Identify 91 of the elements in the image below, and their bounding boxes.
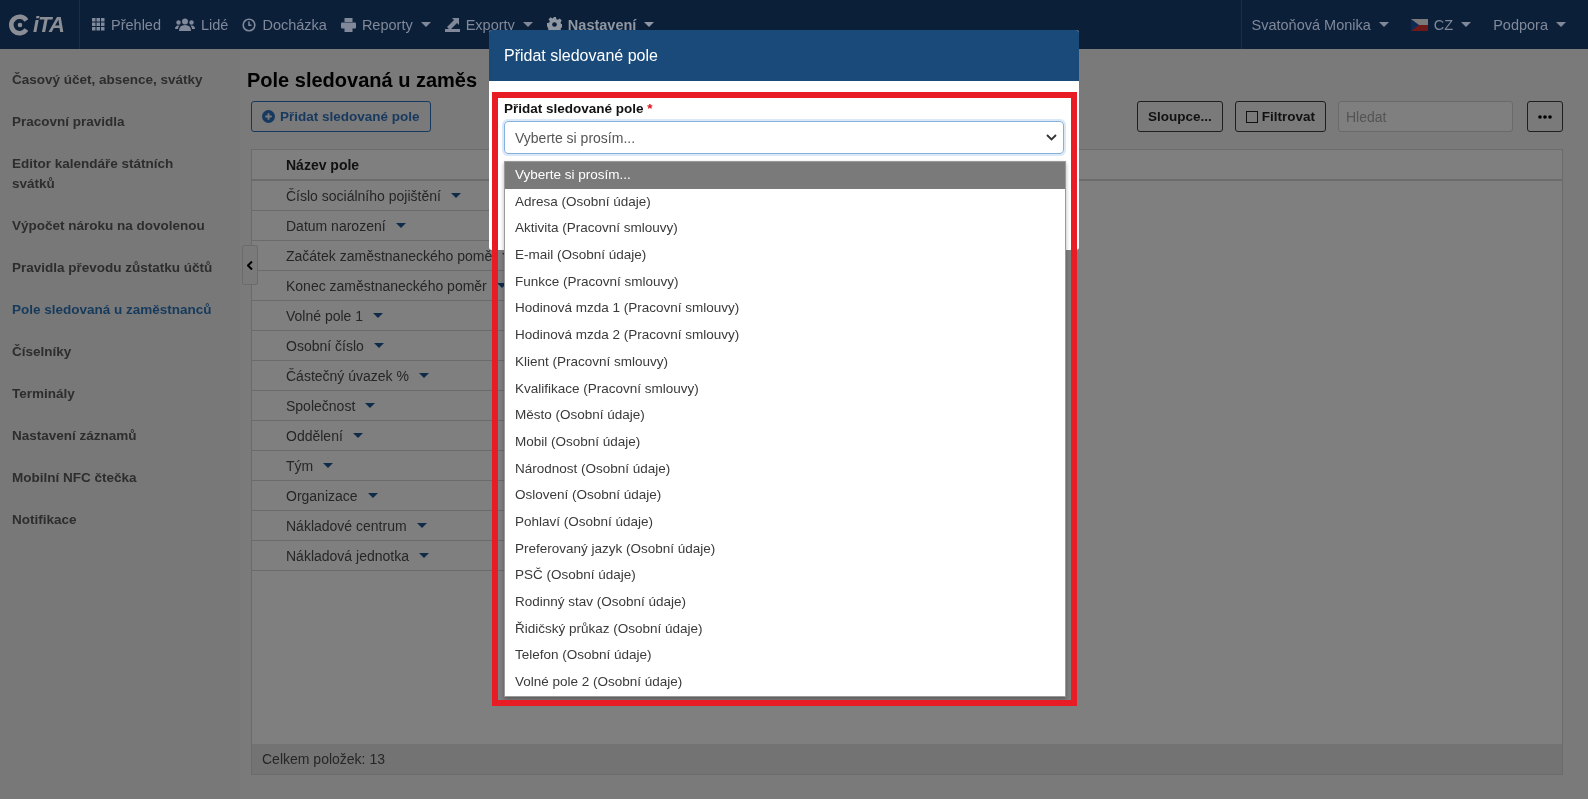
- caret-icon[interactable]: [395, 223, 406, 228]
- dropdown-option[interactable]: Aktivita (Pracovní smlouvy): [505, 215, 1065, 243]
- dropdown-option[interactable]: Město (Osobní údaje): [505, 402, 1065, 429]
- nav-item[interactable]: Docházka: [242, 16, 327, 33]
- caret-icon[interactable]: [450, 193, 461, 198]
- table-cell: Společnost: [286, 397, 356, 414]
- dropdown-option[interactable]: Funkce (Pracovní smlouvy): [505, 268, 1065, 296]
- dropdown-option[interactable]: Oslovení (Osobní údaje): [505, 482, 1065, 509]
- table-cell: Konec zaměstnaneckého poměr: [286, 277, 487, 294]
- add-field-button[interactable]: Přidat sledované pole: [251, 101, 431, 132]
- dropdown-option[interactable]: Hodinová mzda 1 (Pracovní smlouvy): [505, 295, 1065, 323]
- people-icon: [175, 18, 195, 31]
- required-mark: *: [647, 101, 653, 116]
- caret-icon[interactable]: [373, 313, 384, 318]
- plus-circle-icon: [262, 110, 275, 123]
- dropdown-option[interactable]: Hodinová mzda 2 (Pracovní smlouvy): [505, 322, 1065, 349]
- chevron-left-icon: [247, 260, 253, 270]
- sidebar-item[interactable]: Pole sledovaná u zaměstnanců: [0, 289, 240, 331]
- dropdown-option[interactable]: Pohlaví (Osobní údaje): [505, 508, 1065, 536]
- caret-icon: [420, 22, 431, 27]
- printer-icon: [340, 17, 356, 32]
- column-header[interactable]: Název pole: [286, 156, 360, 173]
- gear-icon: [546, 17, 562, 32]
- user-menu[interactable]: Svatoňová Monika: [1251, 16, 1389, 33]
- dropdown-option[interactable]: Adresa (Osobní údaje): [505, 188, 1065, 216]
- table-cell: Číslo sociálního pojištění: [286, 187, 441, 204]
- dropdown-option[interactable]: Mobil (Osobní údaje): [505, 428, 1065, 456]
- sidebar-item[interactable]: Časový účet, absence, svátky: [0, 59, 240, 101]
- sidebar-item[interactable]: Výpočet nároku na dovolenou: [0, 205, 240, 247]
- table-cell: Nákladové centrum: [286, 517, 407, 534]
- dropdown-option[interactable]: Národnost (Osobní údaje): [505, 455, 1065, 483]
- caret-icon: [1556, 22, 1566, 27]
- dropdown-option[interactable]: E-mail (Osobní údaje): [505, 242, 1065, 269]
- logo-ring-icon: [9, 13, 31, 36]
- sidebar-item[interactable]: Terminály: [0, 373, 240, 415]
- caret-icon: [1461, 22, 1472, 27]
- item-count: Celkem položek: 13: [262, 751, 385, 767]
- chevron-down-icon: [1046, 134, 1057, 141]
- field-label: Přidat sledované pole: [504, 101, 644, 116]
- table-cell: Datum narození: [286, 217, 386, 234]
- table-cell: Oddělení: [286, 427, 343, 444]
- flag-icon: [1410, 18, 1428, 31]
- caret-icon[interactable]: [373, 343, 384, 348]
- dropdown-option[interactable]: Klient (Pracovní smlouvy): [505, 348, 1065, 376]
- caret-icon[interactable]: [367, 493, 378, 498]
- dropdown-option[interactable]: Volné pole 2 (Osobní údaje): [505, 669, 1065, 696]
- table-cell: Začátek zaměstnaneckého pomě: [286, 247, 493, 264]
- caret-icon[interactable]: [416, 523, 427, 528]
- dropdown-option[interactable]: Rodinný stav (Osobní údaje): [505, 589, 1065, 616]
- more-icon: [1538, 114, 1552, 119]
- more-button[interactable]: [1527, 101, 1563, 132]
- nav-item[interactable]: Lidé: [175, 16, 229, 33]
- caret-icon[interactable]: [418, 373, 429, 378]
- table-cell: Nákladová jednotka: [286, 547, 409, 564]
- sidebar-item[interactable]: Pracovní pravidla: [0, 101, 240, 143]
- language-menu[interactable]: CZ: [1410, 16, 1472, 33]
- table-cell: Částečný úvazek %: [286, 367, 409, 384]
- modal-title: Přidat sledované pole: [504, 46, 658, 65]
- table-cell: Osobní číslo: [286, 337, 364, 354]
- filter-button[interactable]: Filtrovat: [1234, 101, 1326, 132]
- sidebar-item[interactable]: Notifikace: [0, 499, 240, 541]
- caret-icon[interactable]: [365, 403, 376, 408]
- dropdown-option[interactable]: PSČ (Osobní údaje): [505, 562, 1065, 589]
- logo-text: iTA: [33, 11, 64, 38]
- caret-icon[interactable]: [352, 433, 363, 438]
- caret-icon: [1378, 22, 1389, 27]
- nav-item[interactable]: Přehled: [92, 16, 161, 33]
- sidebar-item[interactable]: Pravidla převodu zůstatku účtů: [0, 247, 240, 289]
- sidebar-item[interactable]: Editor kalendáře státních svátků: [0, 143, 240, 205]
- sidebar-item[interactable]: Mobilní NFC čtečka: [0, 457, 240, 499]
- caret-icon[interactable]: [419, 553, 429, 558]
- table-cell: Volné pole 1: [286, 307, 364, 324]
- export-icon: [444, 17, 460, 32]
- dropdown-option[interactable]: Kvalifikace (Pracovní smlouvy): [505, 375, 1065, 403]
- dropdown-option[interactable]: Vyberte si prosím...: [505, 162, 1065, 189]
- nav-item[interactable]: Reporty: [340, 16, 431, 33]
- clock-icon: [242, 17, 257, 32]
- dropdown-option[interactable]: Řidičský průkaz (Osobní údaje): [505, 615, 1065, 643]
- grid-icon: [92, 18, 105, 31]
- support-menu[interactable]: Podpora: [1493, 16, 1566, 33]
- dropdown-option[interactable]: Preferovaný jazyk (Osobní údaje): [505, 535, 1065, 563]
- select-field[interactable]: Vyberte si prosím...: [504, 121, 1064, 154]
- collapse-sidebar-button[interactable]: [242, 245, 258, 285]
- page-title: Pole sledovaná u zaměs: [247, 68, 479, 93]
- table-cell: Tým: [286, 457, 314, 474]
- table-cell: Organizace: [286, 487, 358, 504]
- sidebar-item[interactable]: Nastavení záznamů: [0, 415, 240, 457]
- columns-button[interactable]: Sloupce...: [1136, 101, 1223, 132]
- sidebar-item[interactable]: Číselníky: [0, 331, 240, 373]
- dropdown-option[interactable]: Telefon (Osobní údaje): [505, 642, 1065, 670]
- caret-icon[interactable]: [323, 463, 334, 468]
